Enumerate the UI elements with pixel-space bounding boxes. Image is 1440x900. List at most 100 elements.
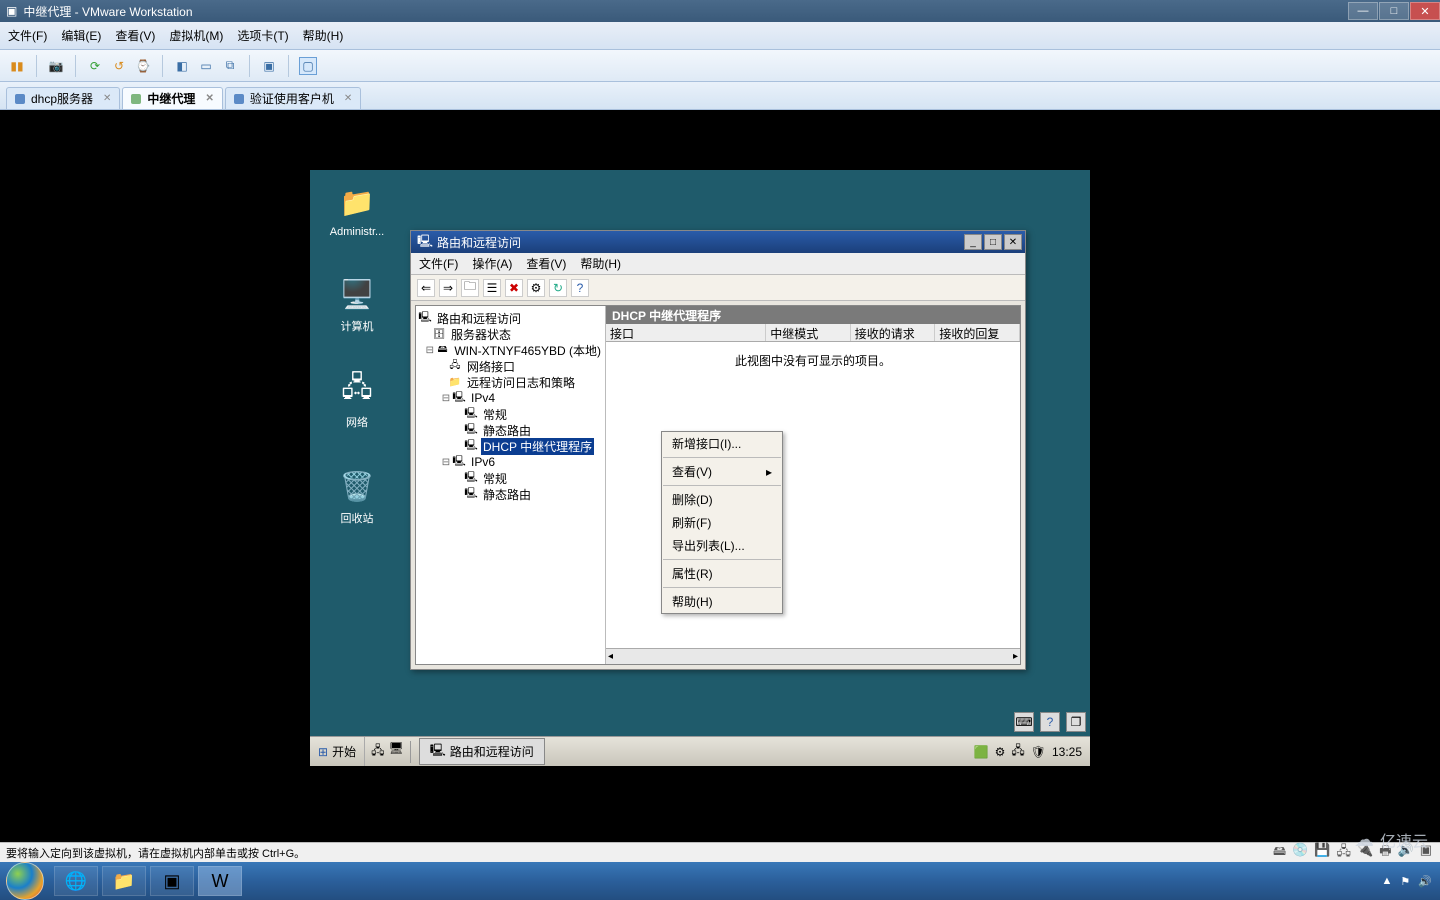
tab-close-icon[interactable]: ✕ [344, 93, 352, 104]
col-interface[interactable]: 接口 [606, 324, 766, 341]
tab-verify-client[interactable]: 验证使用客户机 ✕ [225, 87, 361, 109]
up-icon[interactable]: 🗀 [461, 279, 479, 297]
taskbar-vmware[interactable]: ▣ [150, 866, 194, 896]
snapshot-icon[interactable]: 📷 [47, 57, 65, 75]
tree-ipv6-static[interactable]: 静态路由 [481, 486, 533, 503]
start-button[interactable]: ⊞ 开始 [310, 737, 365, 766]
power-pause-icon[interactable]: ▮▮ [8, 57, 26, 75]
tab-close-icon[interactable]: ✕ [103, 93, 111, 104]
minimize-button[interactable]: _ [964, 234, 982, 250]
ctx-new-interface[interactable]: 新增接口(I)... [662, 432, 782, 455]
clock-icon[interactable]: ⟳ [86, 57, 104, 75]
taskbar-ie[interactable]: 🌐 [54, 866, 98, 896]
delete-icon[interactable]: ✖ [505, 279, 523, 297]
ctx-delete[interactable]: 删除(D) [662, 488, 782, 511]
col-replies[interactable]: 接收的回复 [935, 324, 1020, 341]
tray-network-icon[interactable]: 🖧 [1011, 741, 1024, 762]
desktop-icon-network[interactable]: 🖧网络 [337, 370, 377, 430]
menu-file[interactable]: 文件(F) [8, 27, 47, 44]
ctx-help[interactable]: 帮助(H) [662, 590, 782, 613]
tree-ipv4-static[interactable]: 静态路由 [481, 422, 533, 439]
desktop-icon-recycle[interactable]: 🗑️回收站 [337, 466, 377, 526]
collapse-icon[interactable]: ⊟ [440, 393, 452, 404]
tray-icon[interactable]: 🟩 [974, 745, 989, 759]
col-requests[interactable]: 接收的请求 [851, 324, 936, 341]
maximize-button[interactable]: □ [1379, 2, 1409, 20]
rras-titlebar[interactable]: 🖳 路由和远程访问 _ □ ✕ [411, 231, 1025, 253]
ctx-export[interactable]: 导出列表(L)... [662, 534, 782, 557]
menu-file[interactable]: 文件(F) [419, 255, 458, 272]
dev-net-icon[interactable]: 🖧 [1337, 842, 1352, 864]
keyboard-icon[interactable]: ⌨ [1014, 712, 1034, 732]
dev-hdd-icon[interactable]: 🖴 [1273, 842, 1286, 864]
menu-help[interactable]: 帮助(H) [303, 27, 344, 44]
desktop-icon-administrator[interactable]: 📁Administr... [330, 182, 384, 238]
tab-label: 验证使用客户机 [250, 90, 334, 107]
tab-dhcp-server[interactable]: dhcp服务器 ✕ [6, 87, 120, 109]
tree-remote-log[interactable]: 远程访问日志和策略 [465, 374, 577, 391]
tree-net-if[interactable]: 网络接口 [465, 358, 517, 375]
screen-split-icon[interactable]: ▭ [197, 57, 215, 75]
tray-flag-icon[interactable]: ▲ [1382, 875, 1393, 887]
menu-action[interactable]: 操作(A) [472, 255, 512, 272]
forward-icon[interactable]: ⇒ [439, 279, 457, 297]
menu-tabs[interactable]: 选项卡(T) [237, 27, 288, 44]
restore-icon[interactable]: ❐ [1066, 712, 1086, 732]
tray-flag-icon[interactable]: ⚑ [1400, 875, 1410, 888]
start-orb[interactable] [6, 862, 44, 900]
close-button[interactable]: ✕ [1004, 234, 1022, 250]
menu-view[interactable]: 查看(V) [526, 255, 566, 272]
rras-tree[interactable]: 🖳路由和远程访问 🗄服务器状态 ⊟🖴WIN-XTNYF465YBD (本地) 🖧… [416, 306, 606, 664]
dev-floppy-icon[interactable]: 💾 [1314, 842, 1330, 864]
close-button[interactable]: ✕ [1410, 2, 1440, 20]
tree-ipv4-general[interactable]: 常规 [481, 406, 509, 423]
tree-server-status[interactable]: 服务器状态 [449, 326, 513, 343]
tree-ipv4-dhcp-relay[interactable]: DHCP 中继代理程序 [481, 438, 594, 455]
taskbar-task-rras[interactable]: 🖳 路由和远程访问 [419, 738, 545, 765]
tree-root[interactable]: 路由和远程访问 [435, 310, 523, 327]
minimize-button[interactable]: — [1348, 2, 1378, 20]
revert-icon[interactable]: ↺ [110, 57, 128, 75]
quick-launch-icon[interactable]: 🖥 [388, 741, 403, 762]
screen-unity-icon[interactable]: ⧉ [221, 57, 239, 75]
ctx-refresh[interactable]: 刷新(F) [662, 511, 782, 534]
menu-edit[interactable]: 编辑(E) [61, 27, 101, 44]
vm-viewport[interactable]: 📁Administr... 🖥️计算机 🖧网络 🗑️回收站 🖳 路由和远程访问 … [0, 110, 1440, 828]
menu-view[interactable]: 查看(V) [115, 27, 155, 44]
ctx-view[interactable]: 查看(V)▸ [662, 460, 782, 483]
col-relay-mode[interactable]: 中继模式 [766, 324, 851, 341]
fullscreen-icon[interactable]: ▢ [299, 57, 317, 75]
help-icon[interactable]: ? [571, 279, 589, 297]
tray-volume-icon[interactable]: 🔊 [1418, 875, 1432, 888]
menu-help[interactable]: 帮助(H) [580, 255, 621, 272]
tray-icon[interactable]: ⚙ [995, 745, 1006, 759]
menu-vm[interactable]: 虚拟机(M) [169, 27, 223, 44]
scrollbar-h[interactable]: ◂▸ [606, 648, 1020, 664]
taskbar-word[interactable]: W [198, 866, 242, 896]
tree-ipv4[interactable]: IPv4 [469, 391, 497, 405]
desktop-icon-computer[interactable]: 🖥️计算机 [337, 274, 377, 334]
tree-server[interactable]: WIN-XTNYF465YBD (本地) [452, 342, 603, 359]
help-icon[interactable]: ? [1040, 712, 1060, 732]
tray-shield-icon[interactable]: 🛡 [1031, 745, 1046, 759]
back-icon[interactable]: ⇐ [417, 279, 435, 297]
taskbar-explorer[interactable]: 📁 [102, 866, 146, 896]
guest-desktop[interactable]: 📁Administr... 🖥️计算机 🖧网络 🗑️回收站 🖳 路由和远程访问 … [310, 170, 1090, 766]
collapse-icon[interactable]: ⊟ [424, 345, 436, 356]
tray-clock[interactable]: 13:25 [1052, 745, 1082, 759]
collapse-icon[interactable]: ⊟ [440, 457, 452, 468]
tree-ipv6-general[interactable]: 常规 [481, 470, 509, 487]
maximize-button[interactable]: □ [984, 234, 1002, 250]
tree-ipv6[interactable]: IPv6 [469, 455, 497, 469]
dev-cd-icon[interactable]: 💿 [1292, 842, 1308, 864]
screen-left-icon[interactable]: ◧ [173, 57, 191, 75]
refresh-icon[interactable]: ⚙ [527, 279, 545, 297]
tab-close-icon[interactable]: ✕ [205, 93, 213, 104]
multi-monitor-icon[interactable]: ▣ [260, 57, 278, 75]
ctx-properties[interactable]: 属性(R) [662, 562, 782, 585]
manage-snapshot-icon[interactable]: ⌚ [134, 57, 152, 75]
refresh2-icon[interactable]: ↻ [549, 279, 567, 297]
quick-launch-icon[interactable]: 🖧 [371, 741, 384, 762]
tab-relay-agent[interactable]: 中继代理 ✕ [122, 87, 222, 109]
properties-icon[interactable]: ☰ [483, 279, 501, 297]
